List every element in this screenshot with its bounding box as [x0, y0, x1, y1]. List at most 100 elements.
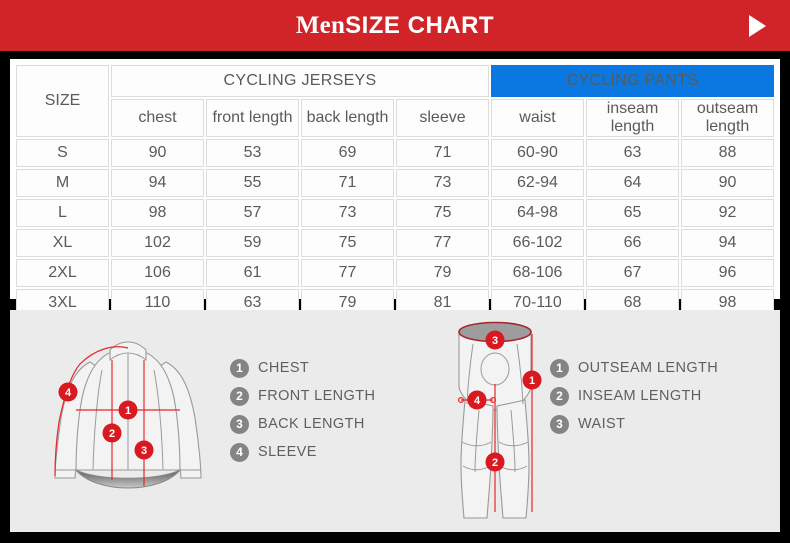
cell-sleeve: 79	[396, 259, 489, 287]
size-table: SIZE CYCLING JERSEYS CYCLING PANTS chest…	[14, 63, 776, 319]
svg-text:2: 2	[492, 457, 498, 469]
cell-back-length: 69	[301, 139, 394, 167]
table-head: SIZE CYCLING JERSEYS CYCLING PANTS chest…	[16, 65, 774, 137]
cell-waist: 68-106	[491, 259, 584, 287]
svg-text:4: 4	[474, 395, 481, 407]
cell-inseam-length: 67	[586, 259, 679, 287]
column-header-outseam-length: outseam length	[681, 99, 774, 137]
cell-sleeve: 71	[396, 139, 489, 167]
cell-outseam-length: 96	[681, 259, 774, 287]
legend-item: 2 INSEAM LENGTH	[550, 386, 718, 406]
cell-sleeve: 73	[396, 169, 489, 197]
cell-back-length: 77	[301, 259, 394, 287]
pants-marker-1: 1	[522, 370, 542, 390]
cell-front-length: 59	[206, 229, 299, 257]
legend-badge-4: 4	[230, 442, 249, 462]
pants-illustration: 3 1 4 2	[458, 321, 542, 519]
legend-item: 3 WAIST	[550, 414, 718, 434]
cell-waist: 66-102	[491, 229, 584, 257]
cell-outseam-length: 90	[681, 169, 774, 197]
jersey-legend: 1 CHEST 2 FRONT LENGTH 3 BACK LENGTH 4 S…	[230, 358, 375, 470]
cell-inseam-length: 65	[586, 199, 679, 227]
jersey-diagram-section: 4 1 2 3 1 CHEST 2 FRONT LENGTH 3 BACK LE…	[10, 310, 410, 532]
cell-waist: 64-98	[491, 199, 584, 227]
cell-inseam-length: 64	[586, 169, 679, 197]
row-size-label: 2XL	[16, 259, 109, 287]
legend-label-front-length: FRONT LENGTH	[258, 388, 376, 404]
svg-text:1: 1	[529, 375, 535, 387]
column-header-sleeve: sleeve	[396, 99, 489, 137]
jersey-illustration: 4 1 2 3	[54, 341, 202, 489]
cell-waist: 60-90	[491, 139, 584, 167]
legend-badge-3: 3	[550, 414, 569, 434]
jersey-marker-2: 2	[102, 423, 122, 443]
table-row: L 98 57 73 75 64-98 65 92	[16, 199, 774, 227]
cell-chest: 98	[111, 199, 204, 227]
jersey-marker-4: 4	[58, 382, 78, 402]
page-header: MenSIZE CHART	[0, 0, 790, 51]
jersey-marker-1: 1	[118, 400, 138, 420]
column-header-inseam-length: inseam length	[586, 99, 679, 137]
column-header-front-length: front length	[206, 99, 299, 137]
group-header-jerseys: CYCLING JERSEYS	[111, 65, 489, 97]
cell-chest: 90	[111, 139, 204, 167]
svg-text:3: 3	[141, 445, 147, 457]
play-triangle-right-icon[interactable]	[749, 14, 766, 37]
column-header-waist: waist	[491, 99, 584, 137]
column-header-chest: chest	[111, 99, 204, 137]
page-title-serif: Men	[295, 12, 346, 39]
cell-chest: 102	[111, 229, 204, 257]
diagram-panel: 4 1 2 3 1 CHEST 2 FRONT LENGTH 3 BACK LE…	[10, 310, 780, 532]
cell-outseam-length: 94	[681, 229, 774, 257]
pants-marker-4: 4	[467, 390, 487, 410]
page-title: MenSIZE CHART	[296, 13, 494, 38]
table-row: XL 102 59 75 77 66-102 66 94	[16, 229, 774, 257]
legend-badge-3: 3	[230, 414, 249, 434]
legend-label-waist: WAIST	[578, 416, 626, 432]
table-body: S 90 53 69 71 60-90 63 88 M 94 55 71 73 …	[16, 139, 774, 317]
cell-front-length: 57	[206, 199, 299, 227]
cell-back-length: 73	[301, 199, 394, 227]
legend-label-chest: CHEST	[258, 360, 310, 376]
legend-badge-2: 2	[230, 386, 249, 406]
svg-text:1: 1	[125, 405, 131, 417]
group-header-pants: CYCLING PANTS	[491, 65, 774, 97]
row-size-label: M	[16, 169, 109, 197]
cell-outseam-length: 88	[681, 139, 774, 167]
pants-legend: 1 OUTSEAM LENGTH 2 INSEAM LENGTH 3 WAIST	[550, 358, 718, 442]
legend-label-back-length: BACK LENGTH	[258, 416, 365, 432]
cell-sleeve: 75	[396, 199, 489, 227]
cell-inseam-length: 63	[586, 139, 679, 167]
table-column-row: chest front length back length sleeve wa…	[16, 99, 774, 137]
table-row: S 90 53 69 71 60-90 63 88	[16, 139, 774, 167]
cell-front-length: 55	[206, 169, 299, 197]
cell-waist: 62-94	[491, 169, 584, 197]
svg-text:4: 4	[65, 387, 72, 399]
legend-badge-1: 1	[230, 358, 249, 378]
cell-front-length: 53	[206, 139, 299, 167]
page-title-sans: SIZE CHART	[345, 12, 495, 39]
row-size-label: XL	[16, 229, 109, 257]
pants-diagram-section: 3 1 4 2 1 OUTSEAM LENGTH 2 INSEAM LENGTH…	[410, 310, 780, 532]
column-header-back-length: back length	[301, 99, 394, 137]
table-row: 2XL 106 61 77 79 68-106 67 96	[16, 259, 774, 287]
pants-marker-3: 3	[485, 330, 505, 350]
cell-inseam-length: 66	[586, 229, 679, 257]
legend-badge-2: 2	[550, 386, 569, 406]
legend-label-sleeve: SLEEVE	[258, 444, 317, 460]
legend-item: 3 BACK LENGTH	[230, 414, 375, 434]
cell-back-length: 75	[301, 229, 394, 257]
size-header-cell: SIZE	[16, 65, 109, 137]
table-row: M 94 55 71 73 62-94 64 90	[16, 169, 774, 197]
cell-front-length: 61	[206, 259, 299, 287]
legend-label-outseam-length: OUTSEAM LENGTH	[578, 360, 719, 376]
cell-chest: 94	[111, 169, 204, 197]
row-size-label: L	[16, 199, 109, 227]
row-size-label: S	[16, 139, 109, 167]
legend-item: 1 OUTSEAM LENGTH	[550, 358, 718, 378]
pants-marker-2: 2	[485, 452, 505, 472]
legend-item: 2 FRONT LENGTH	[230, 386, 375, 406]
size-chart-page: MenSIZE CHART SIZE CYCLING JERSEYS CYCLI…	[0, 0, 790, 543]
legend-label-inseam-length: INSEAM LENGTH	[578, 388, 702, 404]
size-table-panel: SIZE CYCLING JERSEYS CYCLING PANTS chest…	[10, 59, 780, 317]
